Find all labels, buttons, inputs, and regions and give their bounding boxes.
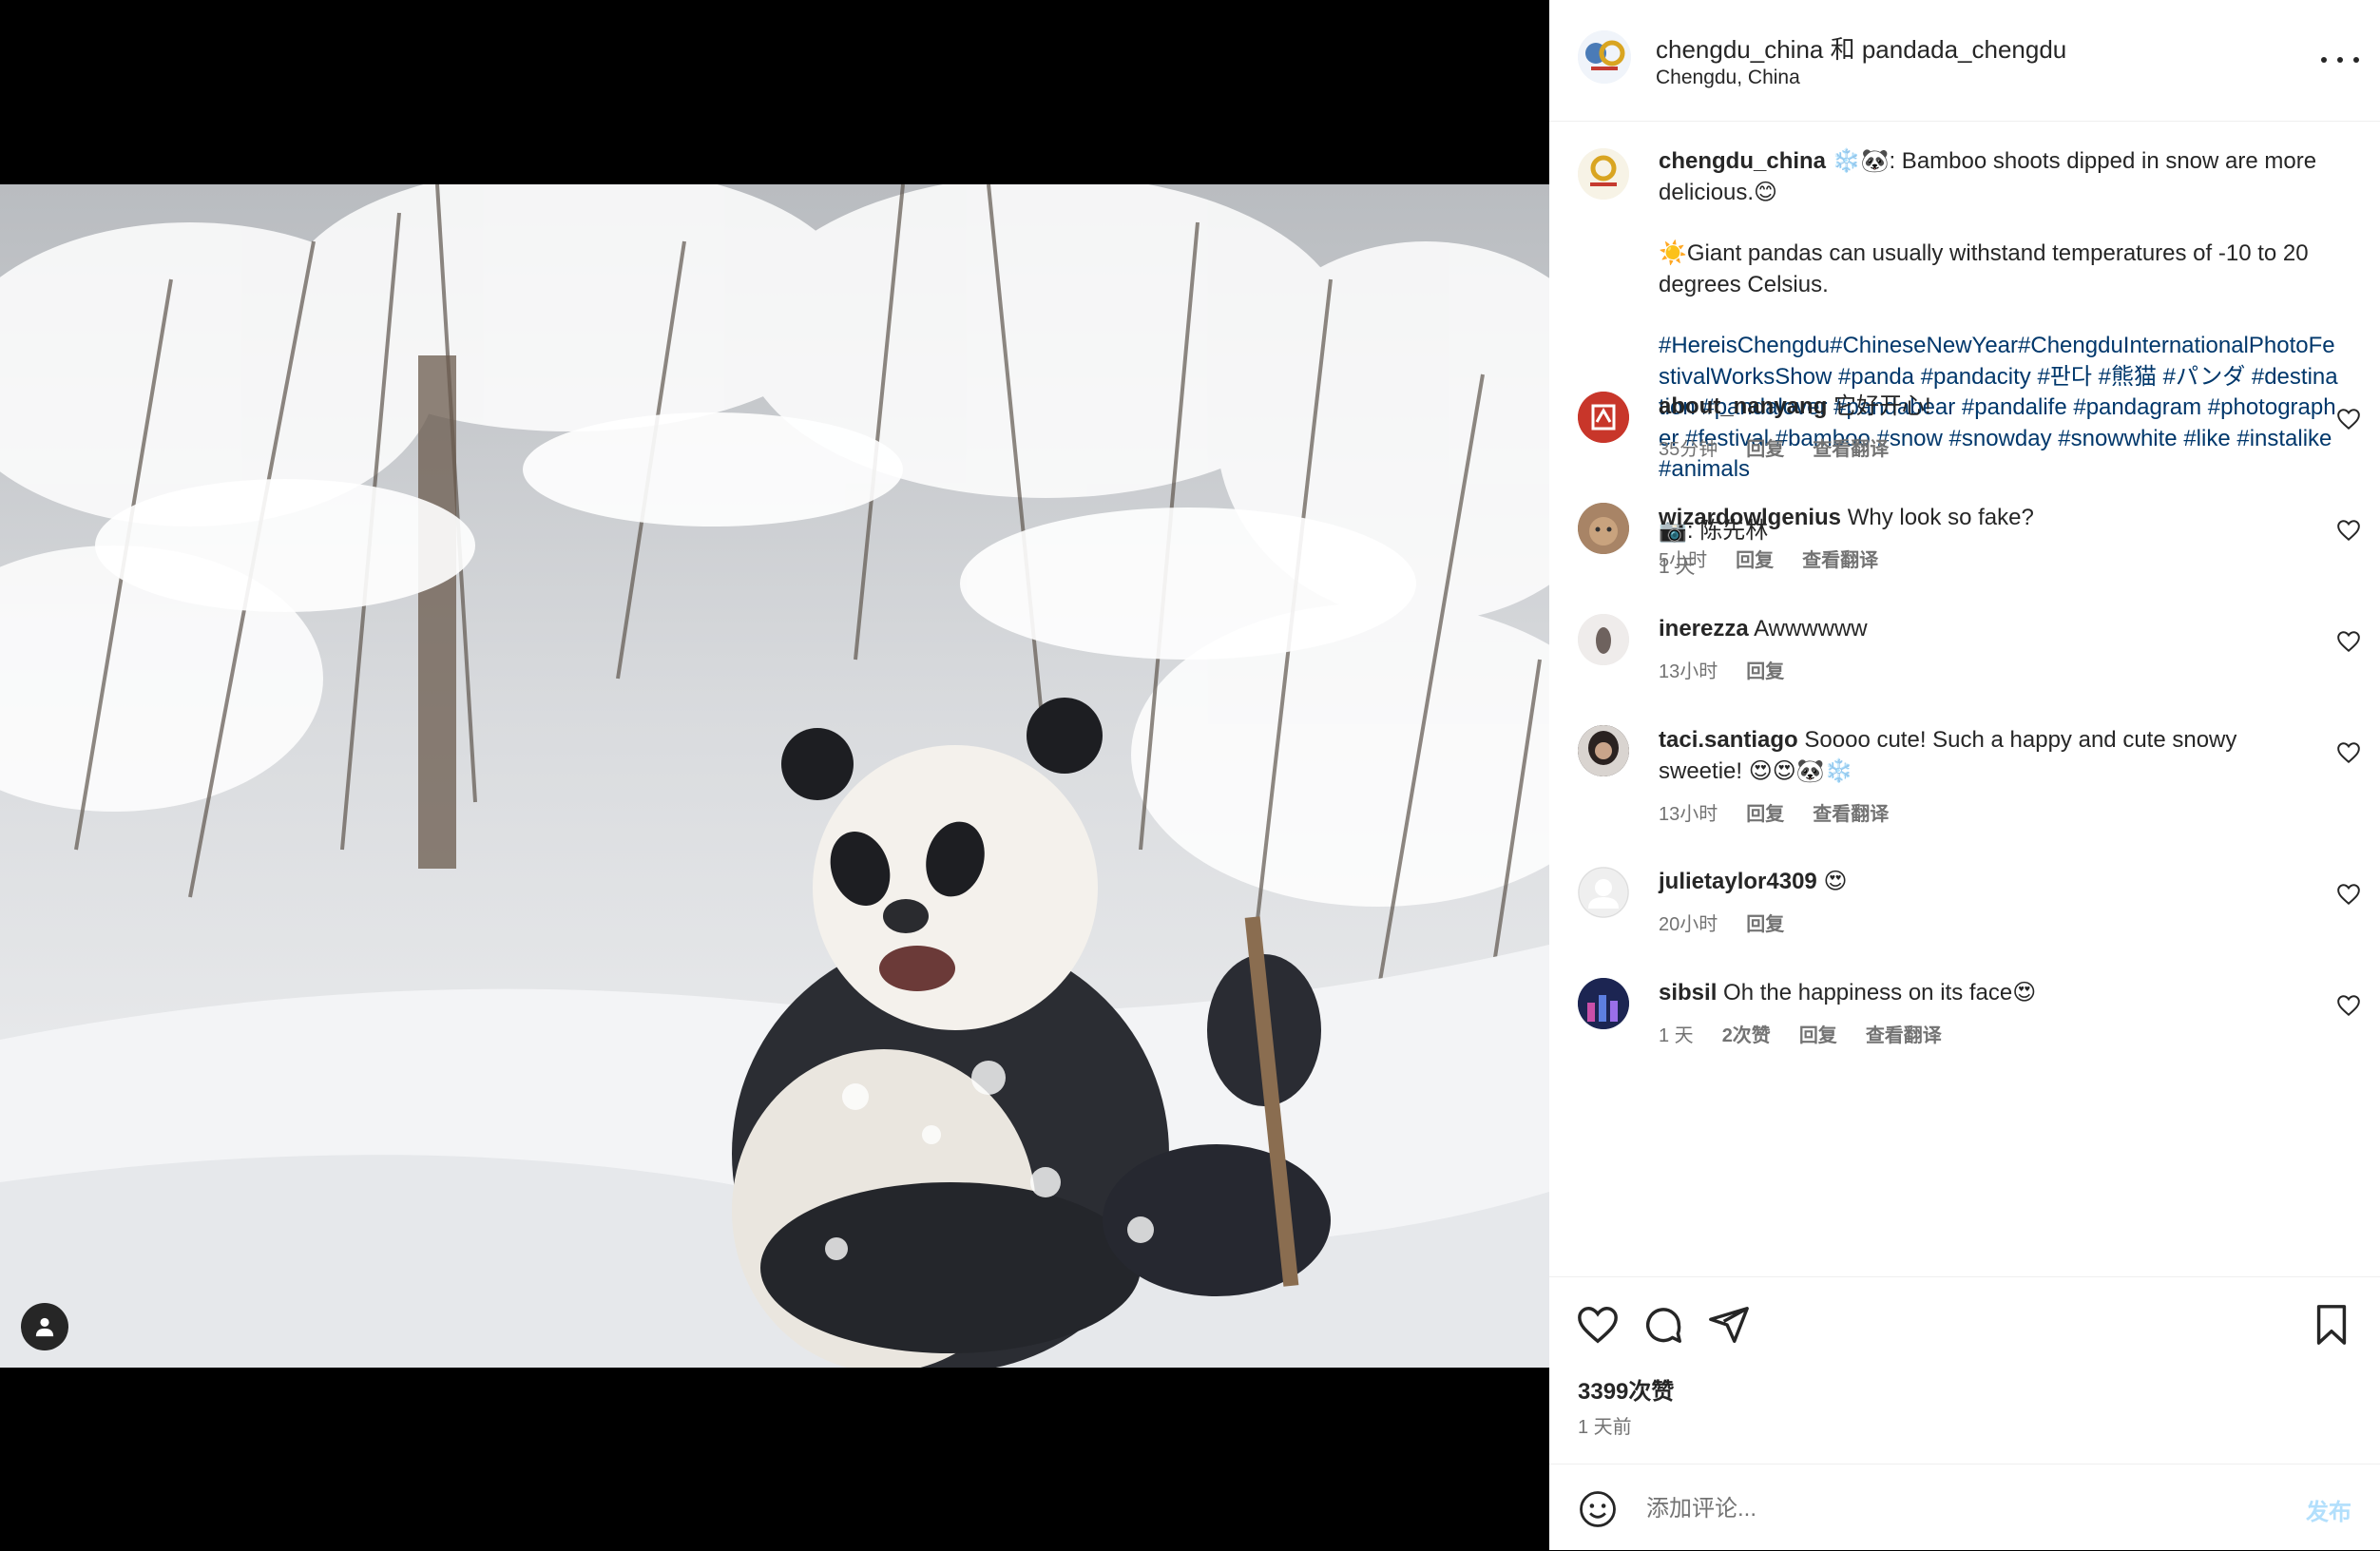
- comment-username[interactable]: wizardowlgenius: [1659, 505, 1841, 530]
- translate-button[interactable]: 查看翻译: [1813, 433, 1889, 461]
- comment-item: wizardowlgenius Why look so fake? 5小时 回复…: [1549, 503, 2380, 598]
- comment-text: julietaylor4309 😍: [1659, 867, 2305, 898]
- comment-body: Oh the happiness on its face😍: [1723, 980, 2037, 1005]
- comment-meta: 35分钟 回复 查看翻译: [1659, 433, 1889, 461]
- translate-button[interactable]: 查看翻译: [1866, 1020, 1942, 1047]
- comment-meta: 20小时 回复: [1659, 909, 1784, 936]
- comment-time[interactable]: 1 天: [1659, 1020, 1694, 1047]
- comment-body: Awwwwww: [1754, 616, 1868, 641]
- comment-text: about_nanyang 它好开心!: [1659, 392, 2305, 423]
- author-avatar[interactable]: [1578, 30, 1631, 84]
- more-options-icon[interactable]: [2321, 46, 2359, 74]
- panda-snow-image: [0, 184, 1549, 1368]
- commenter-avatar[interactable]: [1578, 503, 1629, 554]
- post-header: chengdu_china 和 pandada_chengdu Chengdu,…: [1549, 0, 2380, 122]
- comment-like-heart-icon[interactable]: [2336, 882, 2361, 907]
- commenter-avatar[interactable]: [1578, 867, 1629, 918]
- city-avatar-icon: [1578, 978, 1629, 1029]
- post-actions: 3399次赞 1 天前 发布: [1549, 1276, 2380, 1550]
- person-avatar-icon: [1578, 614, 1629, 665]
- post-location[interactable]: Chengdu, China: [1656, 67, 1800, 89]
- comment-like-heart-icon[interactable]: [2336, 518, 2361, 543]
- default-avatar-icon: [1578, 867, 1629, 918]
- caption-username[interactable]: chengdu_china: [1659, 148, 1826, 174]
- reply-button[interactable]: 回复: [1746, 909, 1784, 936]
- comment-input[interactable]: [1644, 1485, 2218, 1533]
- caption-line2: ☀️Giant pandas can usually withstand tem…: [1659, 240, 2309, 297]
- comment-text: wizardowlgenius Why look so fake?: [1659, 503, 2305, 534]
- comment-time[interactable]: 20小时: [1659, 909, 1718, 936]
- comment-username[interactable]: julietaylor4309: [1659, 869, 1817, 894]
- posted-time[interactable]: 1 天前: [1578, 1411, 1632, 1439]
- comment-item: sibsil Oh the happiness on its face😍 1 天…: [1549, 978, 2380, 1073]
- media-viewer: [0, 0, 1549, 1549]
- comments-scroll-area[interactable]: chengdu_china ❄️🐼: Bamboo shoots dipped …: [1549, 122, 2380, 1276]
- commenter-avatar[interactable]: [1578, 978, 1629, 1029]
- comment-like-heart-icon[interactable]: [2336, 407, 2361, 431]
- commenter-avatar[interactable]: [1578, 725, 1629, 776]
- comment-username[interactable]: taci.santiago: [1659, 727, 1798, 753]
- bookmark-icon[interactable]: [2310, 1303, 2353, 1347]
- reply-button[interactable]: 回复: [1746, 433, 1784, 461]
- comment-time[interactable]: 13小时: [1659, 656, 1718, 683]
- comment-meta: 5小时 回复 查看翻译: [1659, 545, 1878, 572]
- chengdu-logo-icon: [1578, 30, 1631, 84]
- comment-meta: 1 天 2次赞 回复 查看翻译: [1659, 1020, 1942, 1047]
- comment-text: taci.santiago Soooo cute! Such a happy a…: [1659, 725, 2305, 787]
- reply-button[interactable]: 回复: [1736, 545, 1774, 572]
- post-details-panel: chengdu_china 和 pandada_chengdu Chengdu,…: [1549, 0, 2380, 1550]
- comment-username[interactable]: about_nanyang: [1659, 393, 1827, 419]
- comment-username[interactable]: sibsil: [1659, 980, 1717, 1005]
- comment-like-heart-icon[interactable]: [2336, 993, 2361, 1018]
- caption-avatar[interactable]: [1578, 148, 1629, 200]
- comment-likes[interactable]: 2次赞: [1722, 1020, 1771, 1047]
- comment-time[interactable]: 35分钟: [1659, 433, 1718, 461]
- translate-button[interactable]: 查看翻译: [1813, 798, 1889, 826]
- like-heart-icon[interactable]: [1576, 1303, 1620, 1347]
- comment-like-heart-icon[interactable]: [2336, 740, 2361, 765]
- post-comment-button[interactable]: 发布: [2306, 1493, 2351, 1526]
- commenter-avatar[interactable]: [1578, 392, 1629, 443]
- comment-item: inerezza Awwwwww 13小时 回复: [1549, 614, 2380, 709]
- tagged-users-button[interactable]: [21, 1303, 68, 1350]
- comment-body: 😍: [1823, 869, 1848, 894]
- share-send-icon[interactable]: [1707, 1303, 1751, 1347]
- translate-button[interactable]: 查看翻译: [1802, 545, 1878, 572]
- comment-item: julietaylor4309 😍 20小时 回复: [1549, 867, 2380, 962]
- comment-time[interactable]: 13小时: [1659, 798, 1718, 826]
- comment-item: about_nanyang 它好开心! 35分钟 回复 查看翻译: [1549, 392, 2380, 487]
- comment-body: 它好开心!: [1833, 393, 1931, 419]
- comment-meta: 13小时 回复: [1659, 656, 1784, 683]
- reply-button[interactable]: 回复: [1746, 656, 1784, 683]
- comment-time[interactable]: 5小时: [1659, 545, 1707, 572]
- chengdu-logo-icon: [1578, 148, 1629, 200]
- post-photo[interactable]: [0, 184, 1549, 1368]
- post-authors[interactable]: chengdu_china 和 pandada_chengdu: [1656, 30, 2066, 66]
- comment-text: inerezza Awwwwww: [1659, 614, 2305, 645]
- avatar-logo-icon: [1578, 392, 1629, 443]
- emoji-icon[interactable]: [1578, 1489, 1618, 1529]
- comment-like-heart-icon[interactable]: [2336, 629, 2361, 654]
- user-icon: [35, 1317, 54, 1337]
- reply-button[interactable]: 回复: [1799, 1020, 1837, 1047]
- comment-meta: 13小时 回复 查看翻译: [1659, 798, 1889, 826]
- likes-count[interactable]: 3399次赞: [1578, 1372, 1674, 1406]
- reply-button[interactable]: 回复: [1746, 798, 1784, 826]
- comment-text: sibsil Oh the happiness on its face😍: [1659, 978, 2305, 1009]
- person-avatar-icon: [1578, 725, 1629, 776]
- comment-bubble-icon[interactable]: [1641, 1303, 1685, 1347]
- comment-body: Why look so fake?: [1847, 505, 2034, 530]
- add-comment-bar: 发布: [1549, 1464, 2380, 1551]
- commenter-avatar[interactable]: [1578, 614, 1629, 665]
- comment-item: taci.santiago Soooo cute! Such a happy a…: [1549, 725, 2380, 839]
- comment-username[interactable]: inerezza: [1659, 616, 1749, 641]
- cat-avatar-icon: [1578, 503, 1629, 554]
